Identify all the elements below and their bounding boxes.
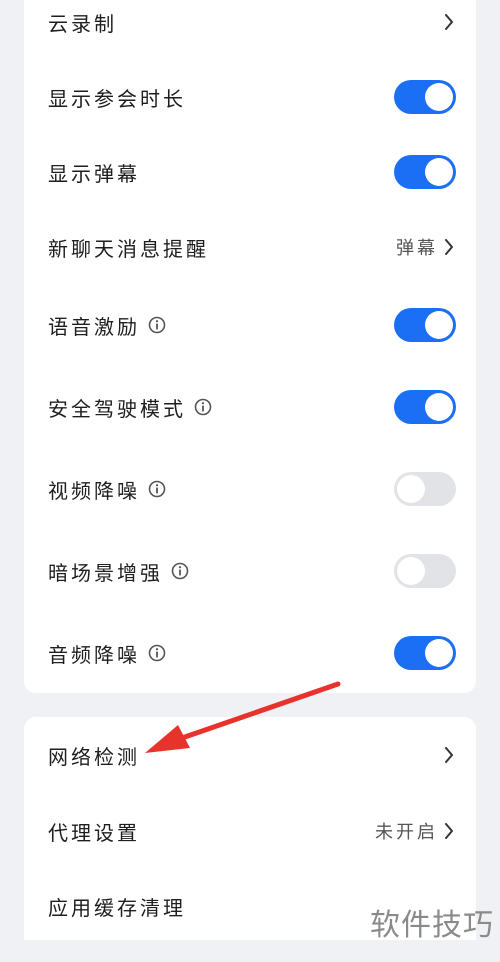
cloud-recording-label: 云录制: [48, 11, 117, 36]
info-icon[interactable]: [148, 316, 166, 334]
proxy-settings-value: 未开启: [375, 822, 438, 843]
chevron-right-icon: [445, 14, 453, 30]
show-meeting-duration-toggle[interactable]: [394, 80, 456, 114]
network-check-label: 网络检测: [48, 744, 140, 769]
video-denoise-label: 视频降噪: [48, 478, 140, 503]
audio-denoise-toggle[interactable]: [394, 636, 456, 670]
row-show-danmaku[interactable]: 显示弹幕: [24, 142, 476, 202]
row-voice-incentive[interactable]: 语音激励: [24, 295, 476, 355]
chevron-right-icon: [445, 747, 453, 763]
row-show-meeting-duration[interactable]: 显示参会时长: [24, 67, 476, 127]
show-danmaku-toggle[interactable]: [394, 155, 456, 189]
row-audio-denoise[interactable]: 音频降噪: [24, 623, 476, 683]
toggle-knob: [425, 83, 453, 111]
toggle-knob: [425, 311, 453, 339]
row-low-light-enhance[interactable]: 暗场景增强: [24, 541, 476, 601]
safe-driving-mode-toggle[interactable]: [394, 390, 456, 424]
toggle-knob: [425, 639, 453, 667]
voice-incentive-toggle[interactable]: [394, 308, 456, 342]
video-denoise-toggle[interactable]: [394, 472, 456, 506]
new-chat-reminder-label: 新聊天消息提醒: [48, 236, 209, 261]
watermark-text: 软件技巧: [370, 908, 494, 943]
toggle-knob: [425, 393, 453, 421]
chevron-right-icon: [445, 239, 453, 255]
show-meeting-duration-label: 显示参会时长: [48, 86, 186, 111]
row-safe-driving-mode[interactable]: 安全驾驶模式: [24, 377, 476, 437]
clear-app-cache-label: 应用缓存清理: [48, 895, 186, 920]
safe-driving-mode-label: 安全驾驶模式: [48, 396, 186, 421]
low-light-enhance-toggle[interactable]: [394, 554, 456, 588]
row-proxy-settings[interactable]: 代理设置 未开启: [24, 801, 476, 861]
voice-incentive-label: 语音激励: [48, 314, 140, 339]
info-icon[interactable]: [148, 644, 166, 662]
row-network-check[interactable]: 网络检测: [24, 725, 476, 785]
toggle-knob: [397, 475, 425, 503]
new-chat-reminder-value: 弹幕: [396, 238, 438, 259]
row-new-chat-reminder[interactable]: 新聊天消息提醒 弹幕: [24, 217, 476, 277]
toggle-knob: [425, 158, 453, 186]
info-icon[interactable]: [171, 562, 189, 580]
low-light-enhance-label: 暗场景增强: [48, 560, 163, 585]
row-cloud-recording[interactable]: 云录制: [24, 0, 476, 52]
toggle-knob: [397, 557, 425, 585]
info-icon[interactable]: [148, 480, 166, 498]
row-video-denoise[interactable]: 视频降噪: [24, 459, 476, 519]
proxy-settings-label: 代理设置: [48, 820, 140, 845]
info-icon[interactable]: [194, 398, 212, 416]
show-danmaku-label: 显示弹幕: [48, 161, 140, 186]
chevron-right-icon: [445, 823, 453, 839]
audio-denoise-label: 音频降噪: [48, 642, 140, 667]
settings-card-general: 云录制 显示参会时长 显示弹幕 新聊天消息提醒 弹幕 语音激励 安全驾驶模式 视…: [24, 0, 476, 693]
